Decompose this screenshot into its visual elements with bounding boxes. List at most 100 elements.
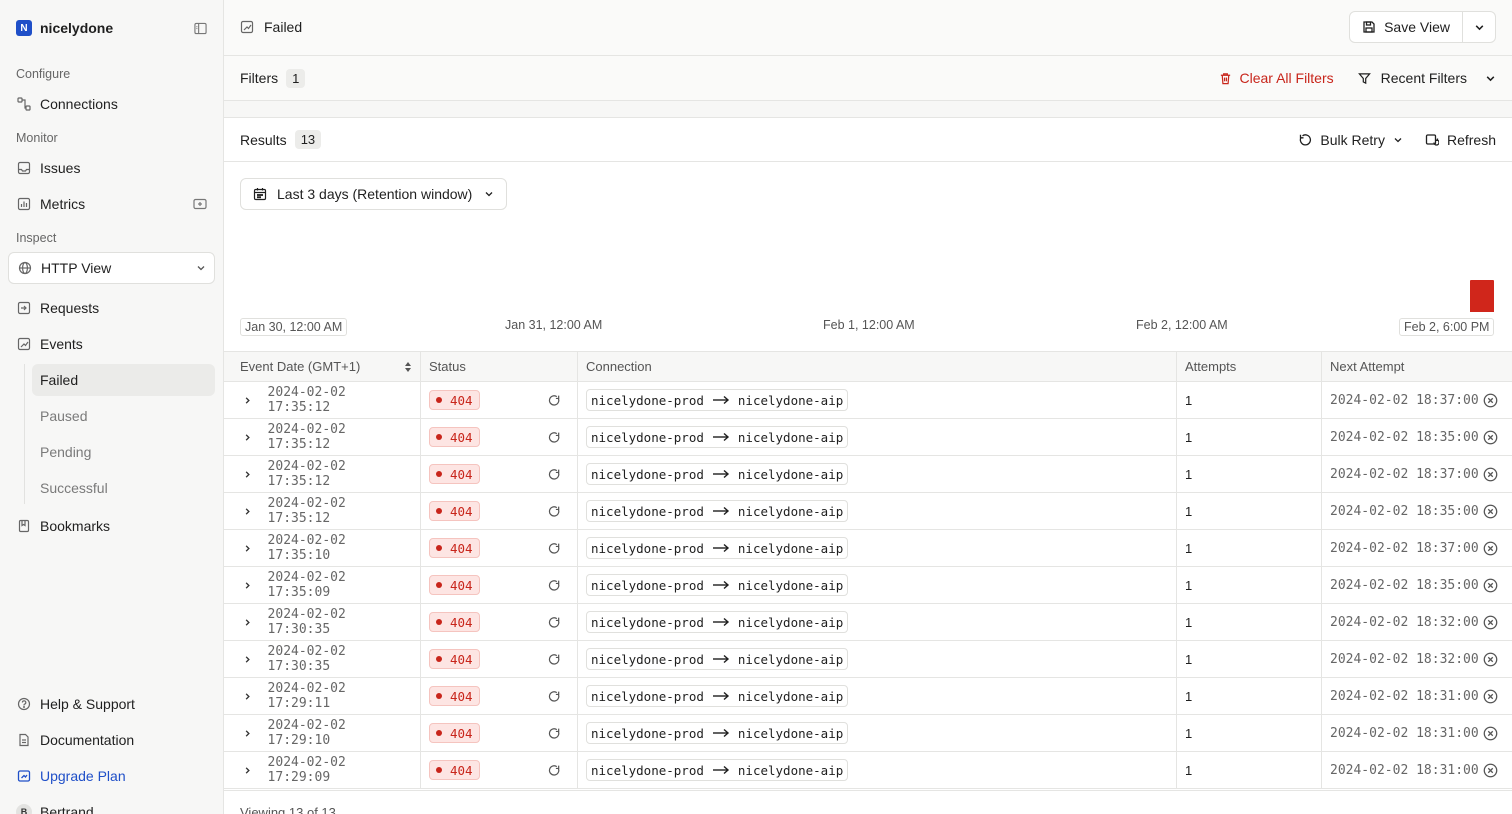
chevron-right-icon[interactable] <box>240 396 256 405</box>
status-code: 404 <box>450 503 473 519</box>
cancel-icon[interactable] <box>1483 689 1498 704</box>
sidebar-item-bookmarks[interactable]: Bookmarks <box>0 508 223 544</box>
event-date-value: 2024-02-02 17:30:35 <box>267 644 346 674</box>
retry-icon[interactable] <box>548 690 561 703</box>
timeline-area: Last 3 days (Retention window) Jan 30, 1… <box>224 162 1512 351</box>
chevron-right-icon[interactable] <box>240 433 256 442</box>
retry-icon[interactable] <box>548 505 561 518</box>
table-row[interactable]: 2024-02-02 17:29:09 404 nicelydone-prod … <box>224 752 1512 789</box>
column-header-event-date[interactable]: Event Date (GMT+1) <box>224 352 421 381</box>
org-switcher[interactable]: N nicelydone <box>0 0 223 56</box>
user-menu[interactable]: B Bertrand <box>0 794 223 814</box>
connection-chip[interactable]: nicelydone-prod nicelydone-aip <box>586 426 849 448</box>
retry-icon[interactable] <box>548 764 561 777</box>
save-view-options-button[interactable] <box>1463 12 1495 42</box>
connection-source: nicelydone-prod <box>591 651 704 667</box>
retry-icon[interactable] <box>548 616 561 629</box>
chevron-right-icon[interactable] <box>240 729 256 738</box>
connection-chip[interactable]: nicelydone-prod nicelydone-aip <box>586 463 849 485</box>
sidebar-item-requests[interactable]: Requests <box>0 290 223 326</box>
table-row[interactable]: 2024-02-02 17:35:12 404 nicelydone-prod … <box>224 456 1512 493</box>
sidebar-item-paused[interactable]: Paused <box>32 400 215 432</box>
cancel-icon[interactable] <box>1483 393 1498 408</box>
connection-chip[interactable]: nicelydone-prod nicelydone-aip <box>586 389 849 411</box>
connection-chip[interactable]: nicelydone-prod nicelydone-aip <box>586 759 849 781</box>
chevron-right-icon[interactable] <box>240 655 256 664</box>
cancel-icon[interactable] <box>1483 504 1498 519</box>
table-row[interactable]: 2024-02-02 17:35:12 404 nicelydone-prod … <box>224 493 1512 530</box>
cancel-icon[interactable] <box>1483 615 1498 630</box>
retry-icon[interactable] <box>548 653 561 666</box>
table-row[interactable]: 2024-02-02 17:29:11 404 nicelydone-prod … <box>224 678 1512 715</box>
save-view-button[interactable]: Save View <box>1350 12 1463 43</box>
cancel-icon[interactable] <box>1483 467 1498 482</box>
bulk-retry-button[interactable]: Bulk Retry <box>1298 132 1403 148</box>
chevron-right-icon[interactable] <box>240 766 256 775</box>
chevron-right-icon[interactable] <box>240 618 256 627</box>
connection-chip[interactable]: nicelydone-prod nicelydone-aip <box>586 722 849 744</box>
cancel-icon[interactable] <box>1483 763 1498 778</box>
clear-all-filters-button[interactable]: Clear All Filters <box>1219 70 1334 86</box>
connection-chip[interactable]: nicelydone-prod nicelydone-aip <box>586 648 849 670</box>
retry-icon[interactable] <box>548 727 561 740</box>
table-row[interactable]: 2024-02-02 17:35:12 404 nicelydone-prod … <box>224 382 1512 419</box>
arrow-right-icon <box>712 765 730 775</box>
connection-chip[interactable]: nicelydone-prod nicelydone-aip <box>586 685 849 707</box>
chevron-right-icon[interactable] <box>240 581 256 590</box>
event-date-value: 2024-02-02 17:35:12 <box>267 496 346 526</box>
connection-chip[interactable]: nicelydone-prod nicelydone-aip <box>586 537 849 559</box>
table-row[interactable]: 2024-02-02 17:30:35 404 nicelydone-prod … <box>224 641 1512 678</box>
connection-source: nicelydone-prod <box>591 503 704 519</box>
chevron-right-icon[interactable] <box>240 507 256 516</box>
http-view-select[interactable]: HTTP View <box>8 252 215 284</box>
retry-icon[interactable] <box>548 542 561 555</box>
chevron-right-icon[interactable] <box>240 470 256 479</box>
section-inspect: Inspect <box>16 231 57 245</box>
next-attempt-value: 2024-02-02 18:32:00 <box>1330 651 1479 667</box>
section-monitor: Monitor <box>16 131 58 145</box>
sort-icon[interactable] <box>404 361 412 373</box>
sidebar-item-metrics[interactable]: Metrics <box>0 186 223 222</box>
cancel-icon[interactable] <box>1483 430 1498 445</box>
status-badge: 404 <box>429 427 480 447</box>
cancel-icon[interactable] <box>1483 652 1498 667</box>
table-row[interactable]: 2024-02-02 17:30:35 404 nicelydone-prod … <box>224 604 1512 641</box>
connection-chip[interactable]: nicelydone-prod nicelydone-aip <box>586 611 849 633</box>
table-row[interactable]: 2024-02-02 17:35:12 404 nicelydone-prod … <box>224 419 1512 456</box>
status-dot <box>436 397 442 403</box>
events-table: Event Date (GMT+1) Status Connection Att… <box>224 351 1512 789</box>
retry-icon[interactable] <box>548 468 561 481</box>
connection-source: nicelydone-prod <box>591 762 704 778</box>
sidebar-item-pending[interactable]: Pending <box>32 436 215 468</box>
add-metric-icon[interactable] <box>193 197 207 211</box>
table-row[interactable]: 2024-02-02 17:29:10 404 nicelydone-prod … <box>224 715 1512 752</box>
retry-icon[interactable] <box>548 579 561 592</box>
sidebar-item-failed[interactable]: Failed <box>32 364 215 396</box>
connection-chip[interactable]: nicelydone-prod nicelydone-aip <box>586 500 849 522</box>
sidebar-item-upgrade[interactable]: Upgrade Plan <box>0 758 223 794</box>
table-row[interactable]: 2024-02-02 17:35:10 404 nicelydone-prod … <box>224 530 1512 567</box>
cancel-icon[interactable] <box>1483 541 1498 556</box>
histogram-bar-peak[interactable] <box>1470 280 1494 313</box>
retry-icon[interactable] <box>548 431 561 444</box>
table-row[interactable]: 2024-02-02 17:35:09 404 nicelydone-prod … <box>224 567 1512 604</box>
sidebar-item-documentation[interactable]: Documentation <box>0 722 223 758</box>
cell-connection: nicelydone-prod nicelydone-aip <box>578 641 1177 677</box>
chevron-right-icon[interactable] <box>240 692 256 701</box>
refresh-button[interactable]: Refresh <box>1425 132 1496 148</box>
sidebar-item-help[interactable]: Help & Support <box>0 686 223 722</box>
retry-icon[interactable] <box>548 394 561 407</box>
cell-connection: nicelydone-prod nicelydone-aip <box>578 604 1177 640</box>
event-date-value: 2024-02-02 17:35:09 <box>267 570 346 600</box>
collapse-sidebar-icon[interactable] <box>193 21 207 35</box>
sidebar-item-successful[interactable]: Successful <box>32 472 215 504</box>
connection-chip[interactable]: nicelydone-prod nicelydone-aip <box>586 574 849 596</box>
sidebar-item-issues[interactable]: Issues <box>0 150 223 186</box>
sidebar-item-connections[interactable]: Connections <box>0 86 223 122</box>
sidebar-item-events[interactable]: Events <box>0 326 223 362</box>
cell-event-date: 2024-02-02 17:29:09 <box>224 752 421 788</box>
cancel-icon[interactable] <box>1483 726 1498 741</box>
chevron-right-icon[interactable] <box>240 544 256 553</box>
cancel-icon[interactable] <box>1483 578 1498 593</box>
recent-filters-button[interactable]: Recent Filters <box>1357 70 1496 86</box>
